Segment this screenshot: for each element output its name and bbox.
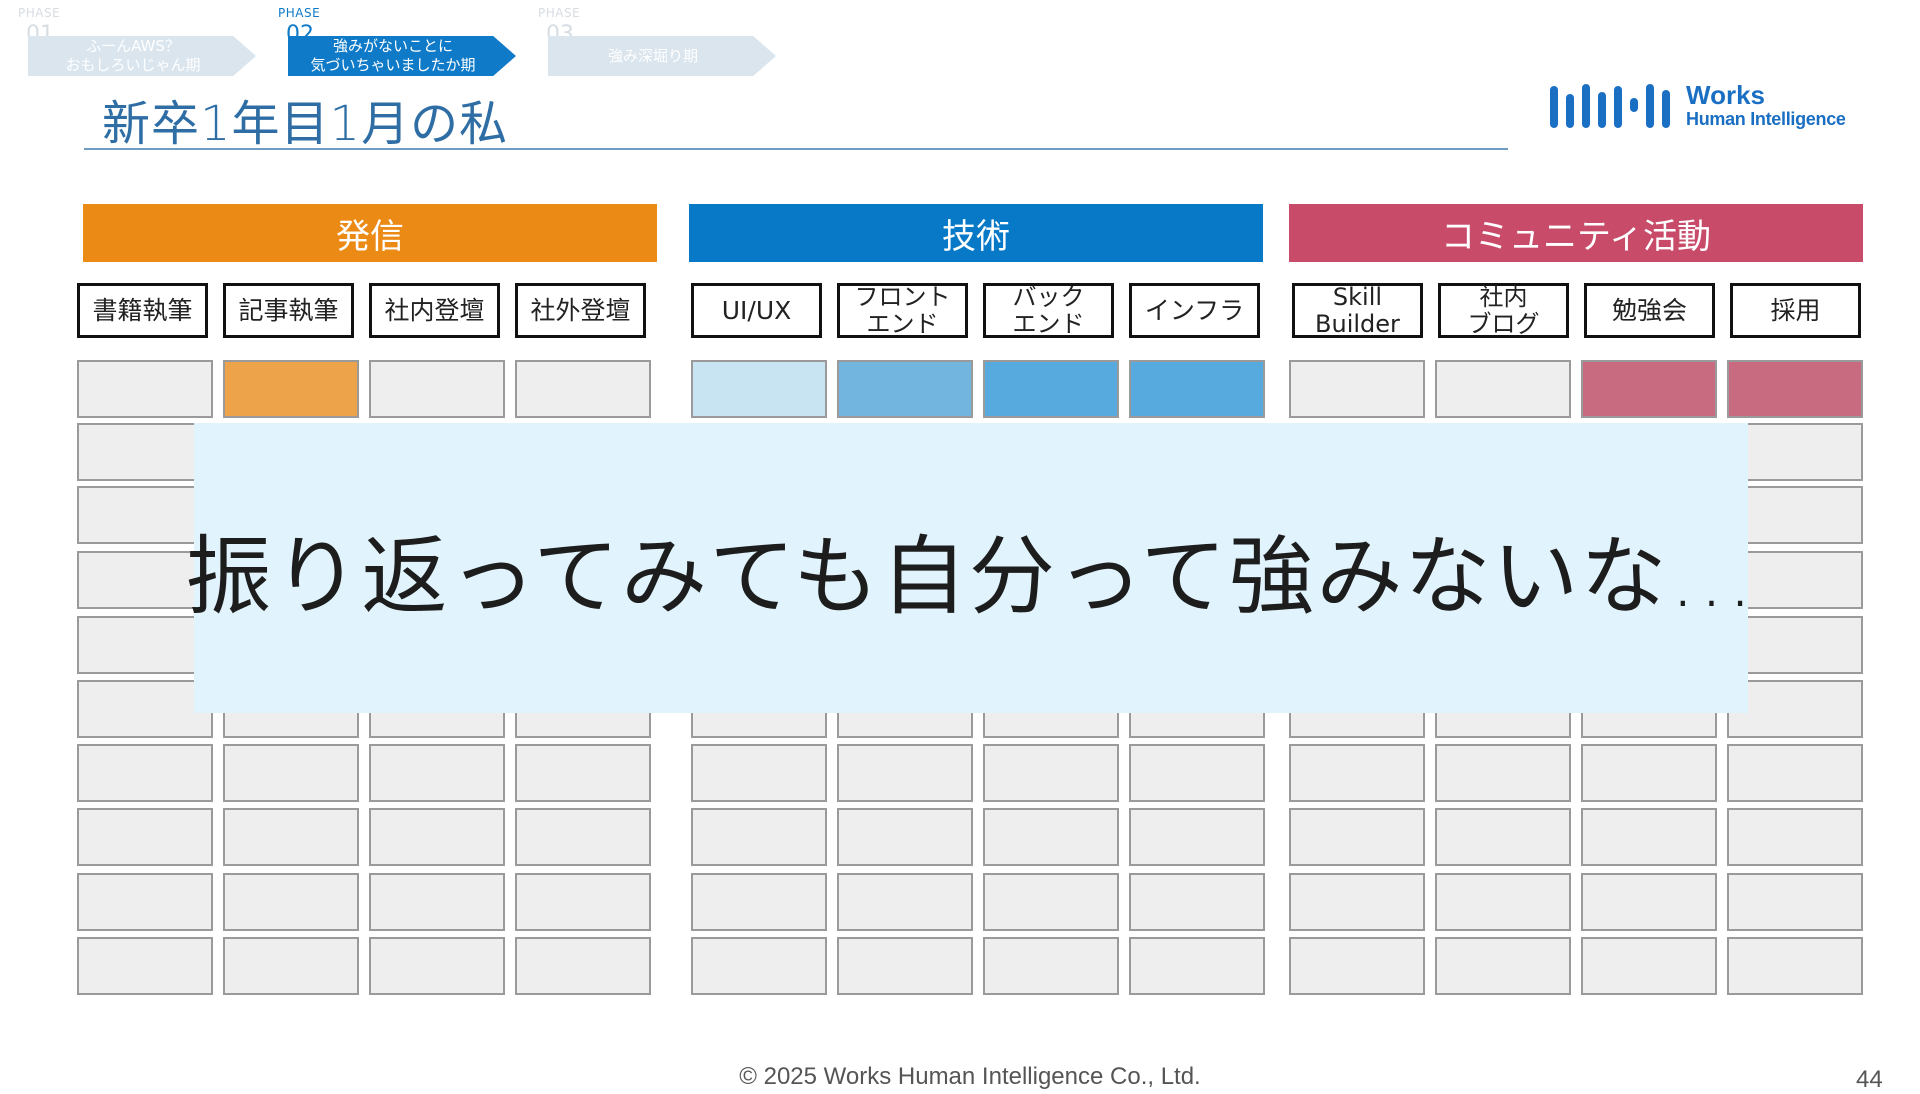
grid-cell — [369, 808, 505, 866]
grid-cell — [691, 744, 827, 802]
category-header-community: コミュニティ活動 — [1289, 204, 1863, 262]
grid-cell — [983, 744, 1119, 802]
page-title: 新卒1年目1月の私 — [102, 96, 509, 152]
grid-cell — [1435, 360, 1571, 418]
grid-cell — [1289, 808, 1425, 866]
grid-cell — [1581, 808, 1717, 866]
phase-step-1: PHASE 01 ふーんAWS？ おもしろいじゃん期 — [18, 6, 258, 78]
grid-cell — [77, 360, 213, 418]
subcategory-box: 勉強会 — [1584, 283, 1715, 338]
grid-cell — [983, 808, 1119, 866]
phase-chevron-text: ふーんAWS？ おもしろいじゃん期 — [28, 36, 256, 76]
grid-cell — [515, 360, 651, 418]
grid-cell — [515, 873, 651, 931]
subcategory-box: バック エンド — [983, 283, 1114, 338]
grid-cell — [1289, 744, 1425, 802]
grid-cell — [223, 808, 359, 866]
grid-cell — [223, 937, 359, 995]
grid-cell — [1727, 873, 1863, 931]
grid-cell — [1129, 937, 1265, 995]
phase-step-3: PHASE 03 強み深堀り期 — [538, 6, 778, 78]
grid-cell — [1129, 873, 1265, 931]
subcategory-box: 採用 — [1730, 283, 1861, 338]
grid-cell — [1581, 873, 1717, 931]
phase-label: PHASE — [18, 6, 61, 20]
grid-cell — [691, 360, 827, 418]
grid-cell — [837, 937, 973, 995]
title-underline — [84, 148, 1508, 150]
grid-cell — [77, 808, 213, 866]
category-header-gijutsu: 技術 — [689, 204, 1263, 262]
subcategory-box: 社内登壇 — [369, 283, 500, 338]
overlay-message-box: 振り返ってみても自分って強みないな… — [185, 423, 1755, 713]
grid-cell — [1727, 744, 1863, 802]
grid-cell — [837, 873, 973, 931]
grid-cell — [515, 937, 651, 995]
grid-cell — [983, 360, 1119, 418]
grid-cell — [77, 873, 213, 931]
grid-cell — [1129, 808, 1265, 866]
subcategory-box: インフラ — [1129, 283, 1260, 338]
grid-cell — [369, 744, 505, 802]
grid-cell — [1581, 360, 1717, 418]
grid-cell — [1727, 360, 1863, 418]
subcategory-box: フロント エンド — [837, 283, 968, 338]
grid-cell — [223, 873, 359, 931]
grid-cell — [1435, 873, 1571, 931]
grid-cell — [1129, 744, 1265, 802]
category-header-hasshin: 発信 — [83, 204, 657, 262]
grid-cell — [369, 937, 505, 995]
grid-cell — [223, 360, 359, 418]
grid-cell — [837, 360, 973, 418]
grid-cell — [1581, 744, 1717, 802]
grid-cell — [1435, 808, 1571, 866]
grid-cell — [1435, 744, 1571, 802]
grid-cell — [77, 744, 213, 802]
grid-cell — [691, 937, 827, 995]
grid-cell — [1129, 360, 1265, 418]
grid-cell — [77, 937, 213, 995]
logo-text-works: Works — [1686, 80, 1765, 110]
logo-text-hi: Human Intelligence — [1686, 109, 1846, 129]
grid-cell — [1727, 808, 1863, 866]
subcategory-box: Skill Builder — [1292, 283, 1423, 338]
grid-cell — [1581, 937, 1717, 995]
logo-bars-icon — [1550, 84, 1670, 128]
grid-cell — [983, 937, 1119, 995]
phase-label: PHASE — [278, 6, 321, 20]
phase-label: PHASE — [538, 6, 581, 20]
grid-cell — [223, 744, 359, 802]
subcategory-box: 社外登壇 — [515, 283, 646, 338]
subcategory-box: 社内 ブログ — [1438, 283, 1569, 338]
page-number: 44 — [1856, 1066, 1883, 1093]
grid-cell — [1435, 937, 1571, 995]
copyright-footer: © 2025 Works Human Intelligence Co., Ltd… — [739, 1063, 1201, 1090]
grid-cell — [837, 744, 973, 802]
subcategory-box: 記事執筆 — [223, 283, 354, 338]
grid-cell — [1289, 873, 1425, 931]
grid-cell — [691, 873, 827, 931]
subcategory-box: UI/UX — [691, 283, 822, 338]
company-logo: Works Human Intelligence — [1548, 80, 1868, 132]
phase-step-2: PHASE 02 強みがないことに 気づいちゃいましたか期 — [278, 6, 518, 78]
grid-cell — [837, 808, 973, 866]
grid-cell — [515, 744, 651, 802]
grid-cell — [369, 360, 505, 418]
grid-cell — [77, 423, 213, 481]
grid-cell — [983, 873, 1119, 931]
grid-cell — [515, 808, 651, 866]
subcategory-box: 書籍執筆 — [77, 283, 208, 338]
phase-chevron-text: 強みがないことに 気づいちゃいましたか期 — [288, 36, 516, 76]
grid-cell — [369, 873, 505, 931]
grid-cell — [1289, 937, 1425, 995]
grid-cell — [691, 808, 827, 866]
grid-cell — [1727, 937, 1863, 995]
phase-chevron-text: 強み深堀り期 — [548, 36, 776, 76]
grid-cell — [77, 680, 213, 738]
grid-cell — [1289, 360, 1425, 418]
overlay-message: 振り返ってみても自分って強みないな… — [185, 526, 1757, 627]
